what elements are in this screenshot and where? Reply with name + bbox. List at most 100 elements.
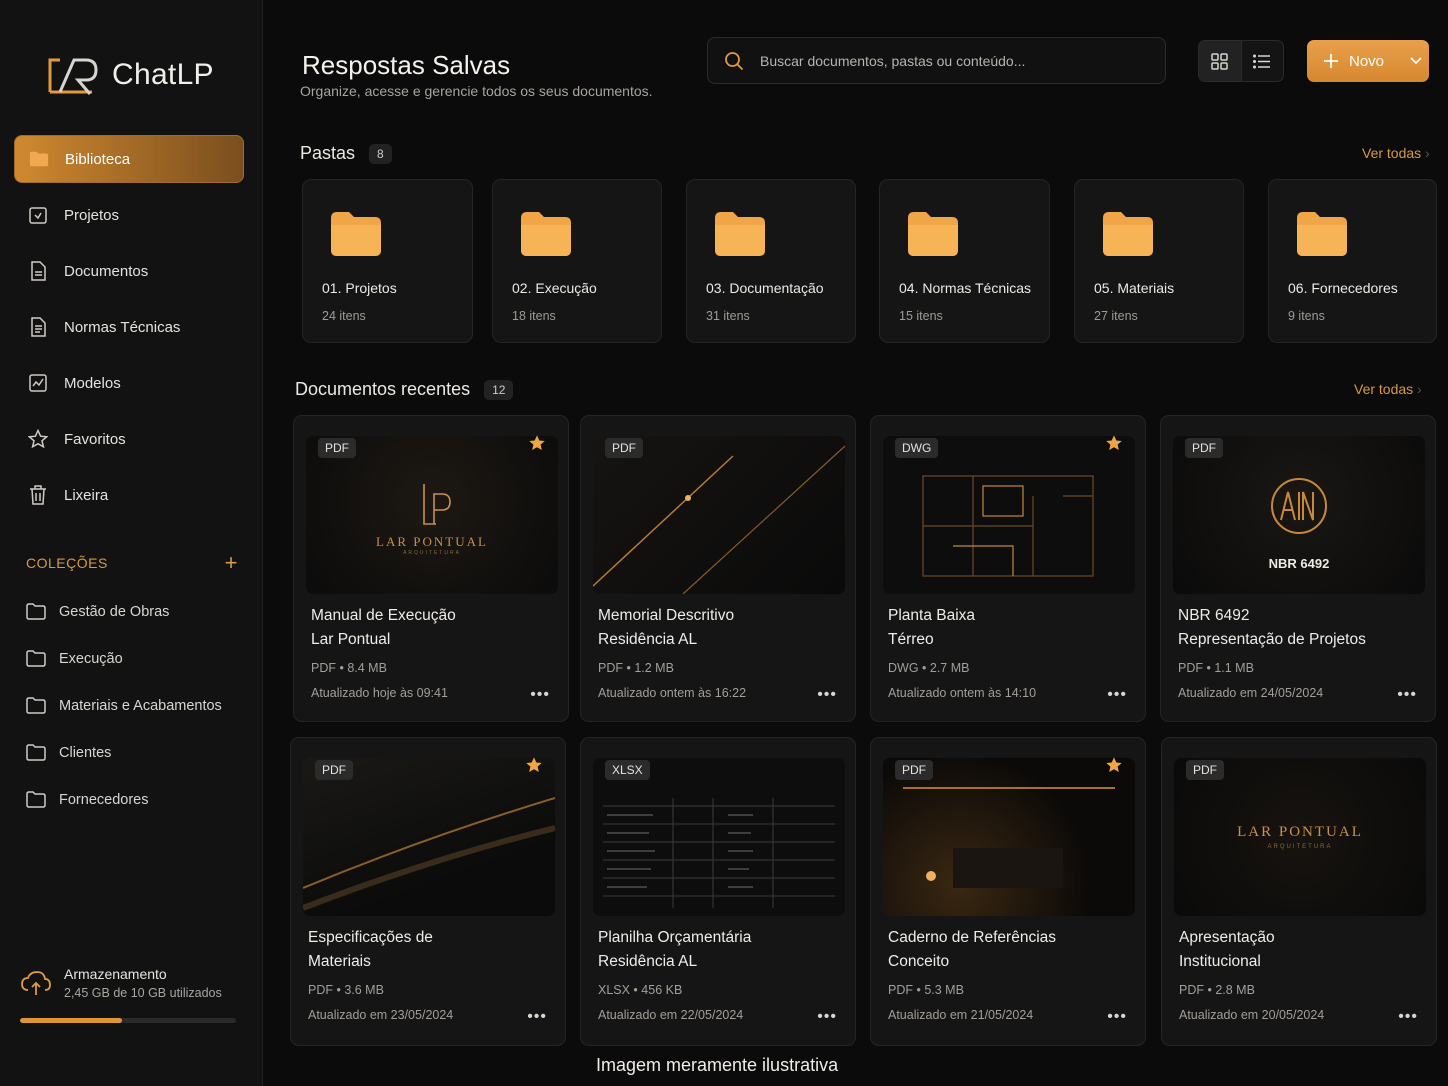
plus-icon <box>1324 54 1338 68</box>
folder-card[interactable]: 02. Execução 18 itens <box>492 179 662 343</box>
sidebar-item-label: Normas Técnicas <box>64 318 181 336</box>
search-box[interactable] <box>707 37 1166 84</box>
more-options-icon[interactable]: ••• <box>1107 1008 1127 1026</box>
star-icon <box>28 429 48 449</box>
folder-card[interactable]: 05. Materiais 27 itens <box>1074 179 1244 343</box>
page-subtitle: Organize, acesse e gerencie todos os seu… <box>300 83 653 99</box>
storage-panel: Armazenamento 2,45 GB de 10 GB utilizado… <box>20 966 236 1023</box>
document-title-line2: Residência AL <box>598 953 698 970</box>
folder-card[interactable]: 01. Projetos 24 itens <box>302 179 473 343</box>
folder-icon <box>29 149 49 169</box>
norms-icon <box>28 317 48 337</box>
document-updated: Atualizado hoje às 09:41 <box>311 686 448 700</box>
logo[interactable]: ChatLP <box>46 54 214 96</box>
sidebar-item-documentos[interactable]: Documentos <box>14 247 244 295</box>
document-updated: Atualizado ontem às 14:10 <box>888 686 1037 700</box>
folder-card[interactable]: 04. Normas Técnicas 15 itens <box>879 179 1050 343</box>
folder-name: 05. Materiais <box>1094 280 1175 296</box>
sidebar-item-label: Lixeira <box>64 486 109 504</box>
star-filled-icon[interactable] <box>528 434 546 452</box>
footnote: Imagem meramente ilustrativa <box>596 1055 839 1075</box>
folder-outline-icon <box>26 744 46 761</box>
search-input[interactable] <box>760 52 1140 69</box>
sidebar-item-favoritos[interactable]: Favoritos <box>14 415 244 463</box>
document-card[interactable]: LAR PONTUAL ARQUITETURA PDF Apresentação… <box>1161 737 1437 1046</box>
collection-item-clientes[interactable]: Clientes <box>26 729 246 776</box>
file-type-badge: PDF <box>1186 760 1224 780</box>
collection-item-materiais[interactable]: Materiais e Acabamentos <box>26 682 246 729</box>
document-card[interactable]: PDF Caderno de Referências Conceito PDF … <box>870 737 1146 1046</box>
folder-icon <box>715 212 765 256</box>
document-updated: Atualizado em 22/05/2024 <box>598 1008 744 1022</box>
collection-label: Execução <box>59 650 123 667</box>
document-thumbnail: LAR PONTUAL ARQUITETURA <box>306 436 558 594</box>
storage-bar <box>20 1018 236 1023</box>
sidebar-item-label: Projetos <box>64 206 120 224</box>
document-card[interactable]: PDF Memorial Descritivo Residência AL PD… <box>580 415 856 722</box>
sidebar-item-biblioteca[interactable]: Biblioteca <box>14 135 244 183</box>
folder-card[interactable]: 03. Documentação 31 itens <box>686 179 856 343</box>
more-options-icon[interactable]: ••• <box>1398 1008 1418 1026</box>
add-collection-icon[interactable]: + <box>225 552 238 574</box>
collection-item-gestao[interactable]: Gestão de Obras <box>26 588 246 635</box>
star-filled-icon[interactable] <box>1105 756 1123 774</box>
collection-item-execucao[interactable]: Execução <box>26 635 246 682</box>
search-icon <box>725 51 744 70</box>
folder-count: 18 itens <box>512 309 556 323</box>
document-card[interactable]: NBR 6492 PDF NBR 6492 Representação de P… <box>1160 415 1436 722</box>
file-type-badge: PDF <box>1185 438 1223 458</box>
folder-project-icon <box>28 205 48 225</box>
chevron-right-icon: › <box>1417 381 1422 397</box>
grid-view-button[interactable] <box>1199 41 1242 81</box>
document-thumbnail <box>883 758 1135 916</box>
folder-icon <box>908 212 958 256</box>
floor-plan-graphic <box>922 475 1094 577</box>
thumbnail-brand-sub: ARQUITETURA <box>403 550 461 556</box>
storage-bar-fill <box>20 1018 122 1023</box>
document-updated: Atualizado em 20/05/2024 <box>1179 1008 1325 1022</box>
document-card[interactable]: LAR PONTUAL ARQUITETURA PDF Manual de Ex… <box>293 415 569 722</box>
folder-outline-icon <box>26 791 46 808</box>
collection-label: Gestão de Obras <box>59 603 170 620</box>
sidebar-item-modelos[interactable]: Modelos <box>14 359 244 407</box>
new-button[interactable]: Novo <box>1307 40 1429 82</box>
more-options-icon[interactable]: ••• <box>527 1008 547 1026</box>
more-options-icon[interactable]: ••• <box>817 686 837 704</box>
view-toggle <box>1198 40 1284 82</box>
document-card[interactable]: PDF Especificações de Materiais PDF • 3.… <box>290 737 566 1046</box>
document-title-line2: Materiais <box>308 953 371 970</box>
sidebar-item-normas[interactable]: Normas Técnicas <box>14 303 244 351</box>
app-window: ChatLP Biblioteca Projetos Documentos No… <box>0 0 1448 1086</box>
document-card[interactable]: DWG Planta Baixa Térreo DWG • 2.7 MB Atu… <box>870 415 1146 722</box>
more-options-icon[interactable]: ••• <box>1107 686 1127 704</box>
document-title-line2: Representação de Projetos <box>1178 631 1366 648</box>
more-options-icon[interactable]: ••• <box>530 686 550 704</box>
document-meta: PDF • 1.1 MB <box>1178 661 1254 675</box>
list-view-button[interactable] <box>1242 41 1284 81</box>
folders-see-all-link[interactable]: Ver todas › <box>1362 145 1430 161</box>
folder-card[interactable]: 06. Fornecedores 9 itens <box>1268 179 1437 343</box>
document-card[interactable]: XLSX Planilha Orçamentária Residência AL… <box>580 737 856 1046</box>
material-texture-graphic <box>303 797 555 911</box>
document-updated: Atualizado em 21/05/2024 <box>888 1008 1034 1022</box>
collection-item-fornecedores[interactable]: Fornecedores <box>26 776 246 823</box>
document-title: Planta Baixa <box>888 607 976 624</box>
sidebar-item-lixeira[interactable]: Lixeira <box>14 471 244 519</box>
star-filled-icon[interactable] <box>525 756 543 774</box>
sidebar-item-label: Modelos <box>64 374 121 392</box>
file-type-badge: PDF <box>895 760 933 780</box>
recent-see-all-link[interactable]: Ver todas › <box>1354 381 1422 397</box>
document-title: NBR 6492 <box>1178 607 1250 624</box>
sidebar-item-projetos[interactable]: Projetos <box>14 191 244 239</box>
folder-name: 02. Execução <box>512 280 597 296</box>
file-type-badge: PDF <box>315 760 353 780</box>
star-filled-icon[interactable] <box>1105 434 1123 452</box>
document-title: Caderno de Referências <box>888 929 1057 946</box>
document-title: Especificações de <box>308 929 433 946</box>
file-type-badge: DWG <box>895 438 939 458</box>
collection-label: Materiais e Acabamentos <box>59 697 222 714</box>
spreadsheet-graphic <box>603 798 835 908</box>
folder-outline-icon <box>26 603 46 620</box>
more-options-icon[interactable]: ••• <box>817 1008 837 1026</box>
more-options-icon[interactable]: ••• <box>1397 686 1417 704</box>
